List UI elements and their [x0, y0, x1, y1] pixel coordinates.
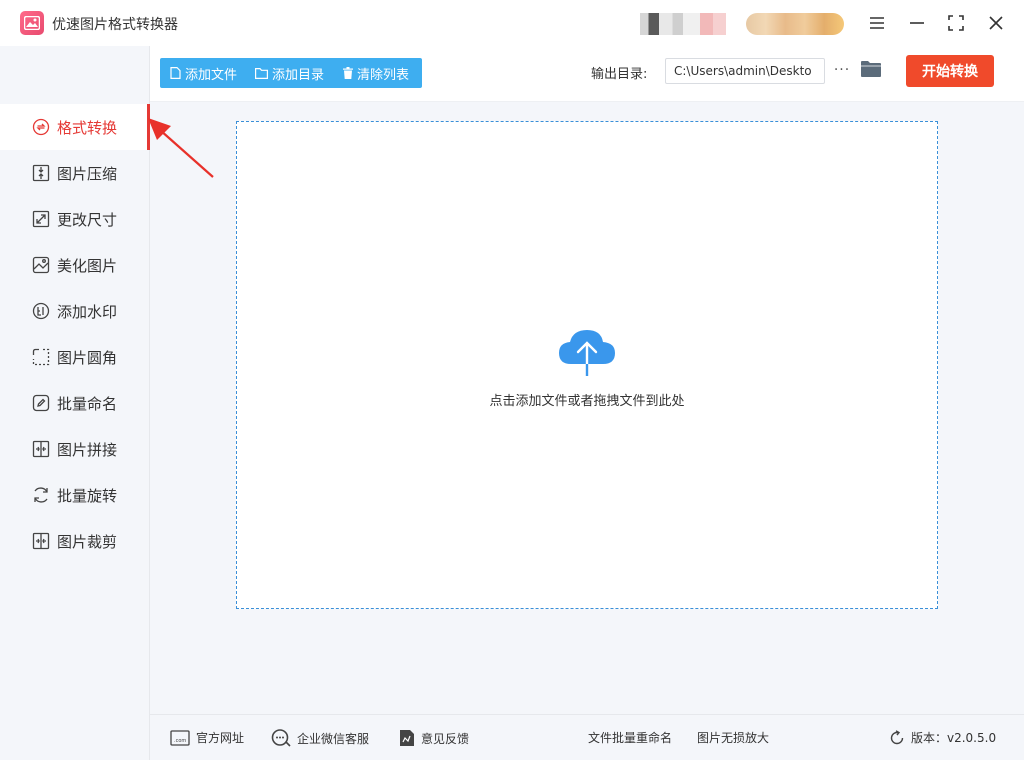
toolbar: 添加文件 添加目录 清除列表 输出目录: ··· 开始转换: [150, 46, 1024, 102]
sidebar-item-label: 批量旋转: [57, 487, 118, 505]
main-area: 点击添加文件或者拖拽文件到此处: [150, 102, 1024, 714]
sidebar-item-watermark[interactable]: 添加水印: [0, 288, 150, 334]
version-label: 版本：v2.0.5.0: [911, 731, 997, 745]
feedback-label: 意见反馈: [421, 731, 470, 746]
user-info-blurred: [640, 13, 726, 35]
round-corner-icon: [32, 348, 50, 366]
more-options-button[interactable]: ···: [832, 60, 852, 80]
title-bar: 优速图片格式转换器: [0, 0, 1024, 46]
sidebar-item-label: 批量命名: [57, 395, 118, 413]
maximize-icon[interactable]: [944, 11, 968, 35]
add-directory-label: 添加目录: [272, 67, 325, 83]
clear-list-label: 清除列表: [357, 67, 410, 83]
file-drop-zone[interactable]: 点击添加文件或者拖拽文件到此处: [236, 121, 938, 609]
beautify-icon: [32, 256, 50, 274]
official-site-link[interactable]: .com 官方网址: [170, 729, 244, 746]
annotation-arrow: [148, 118, 214, 178]
sidebar-item-round-corner[interactable]: 图片圆角: [0, 334, 150, 380]
sidebar-item-label: 图片圆角: [57, 349, 118, 367]
add-file-label: 添加文件: [185, 67, 238, 83]
resize-icon: [32, 210, 50, 228]
sidebar: 格式转换 图片压缩 更改尺寸 美化图片 添加水印 图片圆角 批量命名 图片拼接 …: [0, 46, 150, 760]
official-site-label: 官方网址: [196, 731, 245, 745]
folder-outline-icon: [255, 67, 268, 79]
crop-icon: [32, 532, 50, 550]
sidebar-item-label: 格式转换: [57, 119, 118, 137]
folder-icon[interactable]: [860, 60, 882, 80]
close-icon[interactable]: [984, 11, 1008, 35]
minimize-icon[interactable]: [905, 11, 929, 35]
chat-icon: [271, 729, 291, 747]
stitch-icon: [32, 440, 50, 458]
sidebar-item-rotate[interactable]: 批量旋转: [0, 472, 150, 518]
account-badge-blurred[interactable]: [746, 13, 844, 35]
sidebar-item-beautify[interactable]: 美化图片: [0, 242, 150, 288]
app-logo-icon: [20, 11, 44, 35]
wechat-support-link[interactable]: 企业微信客服: [271, 729, 369, 747]
sidebar-item-stitch[interactable]: 图片拼接: [0, 426, 150, 472]
sidebar-item-label: 图片拼接: [57, 441, 118, 459]
add-directory-button[interactable]: 添加目录: [255, 58, 324, 88]
output-dir-label: 输出目录:: [591, 67, 648, 82]
sidebar-item-compress[interactable]: 图片压缩: [0, 150, 150, 196]
start-convert-button[interactable]: 开始转换: [906, 55, 994, 87]
output-dir-input[interactable]: [665, 58, 825, 84]
app-title: 优速图片格式转换器: [52, 17, 178, 33]
wechat-support-label: 企业微信客服: [297, 731, 370, 746]
convert-icon: [32, 118, 50, 136]
feedback-icon: [400, 730, 414, 746]
sidebar-item-label: 添加水印: [57, 303, 118, 321]
sidebar-item-rename[interactable]: 批量命名: [0, 380, 150, 426]
website-icon: .com: [170, 729, 190, 746]
refresh-icon: [890, 729, 904, 744]
sidebar-item-crop[interactable]: 图片裁剪: [0, 518, 150, 564]
feedback-link[interactable]: 意见反馈: [399, 729, 469, 747]
sidebar-item-label: 美化图片: [57, 257, 118, 275]
lossless-enlarge-link[interactable]: 图片无损放大: [697, 729, 769, 746]
trash-icon: [343, 67, 353, 79]
batch-rename-link[interactable]: 文件批量重命名: [588, 729, 672, 746]
menu-icon[interactable]: [865, 11, 889, 35]
sidebar-item-label: 更改尺寸: [57, 211, 118, 229]
sidebar-item-label: 图片压缩: [57, 165, 118, 183]
footer: .com 官方网址 企业微信客服 意见反馈 文件批量重命名 图片无损放大 版本：…: [150, 714, 1024, 760]
rename-icon: [32, 394, 50, 412]
version-info[interactable]: 版本：v2.0.5.0: [889, 729, 996, 746]
sidebar-item-resize[interactable]: 更改尺寸: [0, 196, 150, 242]
clear-list-button[interactable]: 清除列表: [343, 58, 409, 88]
add-file-button[interactable]: 添加文件: [170, 58, 237, 88]
svg-text:.com: .com: [174, 738, 186, 744]
file-button-group: 添加文件 添加目录 清除列表: [160, 58, 422, 88]
file-icon: [170, 67, 181, 79]
compress-icon: [32, 164, 50, 182]
watermark-icon: [32, 302, 50, 320]
rotate-icon: [34, 487, 48, 503]
sidebar-item-label: 图片裁剪: [57, 533, 118, 551]
cloud-upload-icon: [559, 330, 615, 378]
drop-hint-text: 点击添加文件或者拖拽文件到此处: [489, 394, 685, 409]
sidebar-item-format-convert[interactable]: 格式转换: [0, 104, 150, 150]
